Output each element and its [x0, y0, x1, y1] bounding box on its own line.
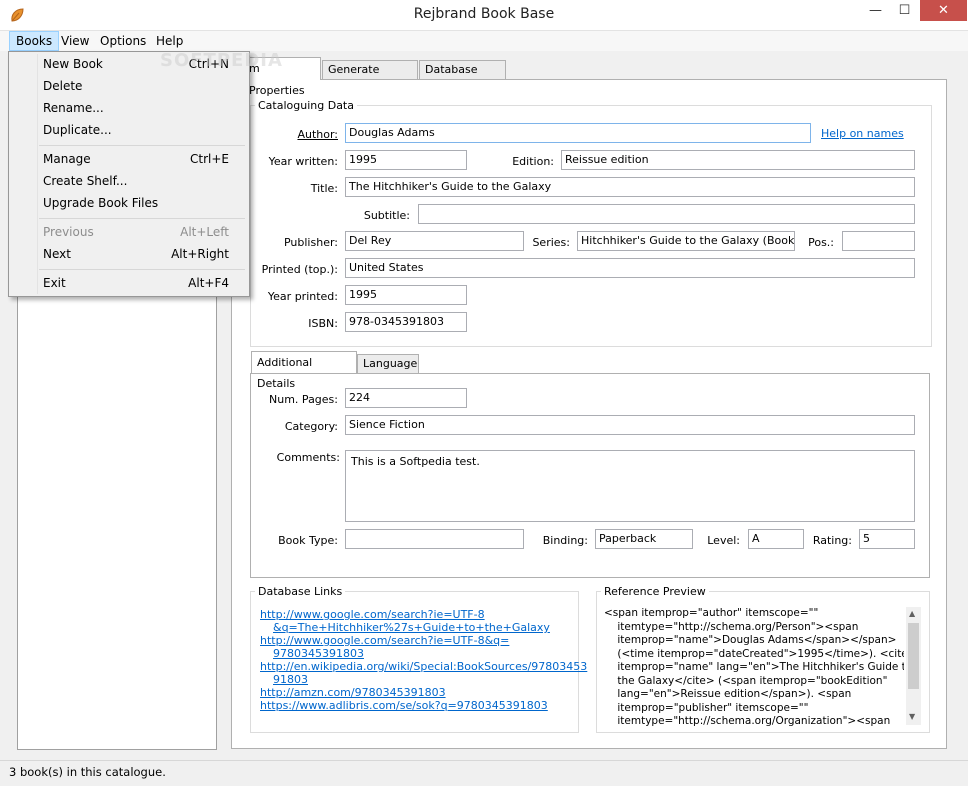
tab-database-links[interactable]: Database Links: [419, 60, 506, 94]
book-type-label: Book Type:: [278, 534, 338, 547]
year-printed-label: Year printed:: [267, 290, 338, 303]
subtitle-field[interactable]: [418, 204, 915, 224]
db-link-google-title[interactable]: http://www.google.com/search?ie=UTF-8: [260, 608, 575, 621]
menu-bar: Books View Options Help: [0, 31, 968, 51]
menu-separator: [39, 218, 245, 219]
menu-help[interactable]: Help: [150, 31, 189, 51]
database-links-legend: Database Links: [258, 585, 343, 598]
help-on-names-link[interactable]: Help on names: [821, 127, 904, 140]
menu-view[interactable]: View: [55, 31, 95, 51]
reference-preview-legend: Reference Preview: [604, 585, 706, 598]
menu-exit[interactable]: Exit Alt+F4: [11, 272, 247, 294]
reference-scrollbar[interactable]: ▲ ▼: [906, 607, 921, 725]
subtitle-label: Subtitle:: [363, 209, 410, 222]
menu-options[interactable]: Options: [94, 31, 152, 51]
binding-label: Binding:: [542, 534, 588, 547]
tab-generate-report[interactable]: Generate Report: [322, 60, 418, 94]
menu-rename[interactable]: Rename...: [11, 97, 247, 119]
printed-field[interactable]: United States: [345, 258, 915, 278]
category-field[interactable]: Sience Fiction: [345, 415, 915, 435]
rating-label: Rating:: [812, 534, 852, 547]
menu-upgrade-book-files[interactable]: Upgrade Book Files: [11, 192, 247, 214]
tab-language[interactable]: Language: [357, 354, 419, 373]
book-type-field[interactable]: [345, 529, 524, 549]
menu-duplicate[interactable]: Duplicate...: [11, 119, 247, 141]
title-bar: Rejbrand Book Base — ☐ ✕: [0, 0, 968, 31]
menu-next[interactable]: Next Alt+Right: [11, 243, 247, 265]
title-field[interactable]: The Hitchhiker's Guide to the Galaxy: [345, 177, 915, 197]
title-label: Title:: [310, 182, 338, 195]
menu-separator: [39, 269, 245, 270]
comments-field[interactable]: This is a Softpedia test.: [345, 450, 915, 522]
edition-label: Edition:: [512, 155, 554, 168]
db-link-amazon[interactable]: http://amzn.com/9780345391803: [260, 686, 575, 699]
level-label: Level:: [707, 534, 740, 547]
softpedia-watermark: SOFTPEDIA: [160, 50, 283, 71]
reference-preview-text[interactable]: <span itemprop="author" itemscope="" ite…: [604, 607, 904, 729]
comments-label: Comments:: [276, 451, 340, 464]
pages-label: Num. Pages:: [269, 393, 338, 406]
db-link-wikipedia[interactable]: http://en.wikipedia.org/wiki/Special:Boo…: [260, 660, 587, 673]
year-written-label: Year written:: [268, 155, 338, 168]
series-field[interactable]: Hitchhiker's Guide to the Galaxy (Book 1…: [577, 231, 795, 251]
menu-books[interactable]: Books: [9, 31, 60, 51]
close-button[interactable]: ✕: [920, 0, 967, 21]
db-link-google-isbn[interactable]: http://www.google.com/search?ie=UTF-8&q=: [260, 634, 575, 647]
menu-previous[interactable]: Previous Alt+Left: [11, 221, 247, 243]
db-link-adlibris[interactable]: https://www.adlibris.com/se/sok?q=978034…: [260, 699, 575, 712]
menu-separator: [39, 145, 245, 146]
pos-field[interactable]: [842, 231, 915, 251]
scroll-up-icon[interactable]: ▲: [909, 609, 915, 618]
menu-create-shelf[interactable]: Create Shelf...: [11, 170, 247, 192]
year-written-field[interactable]: 1995: [345, 150, 467, 170]
scroll-thumb[interactable]: [908, 623, 919, 689]
tab-additional-details[interactable]: Additional Details: [251, 351, 357, 390]
author-label: Author:: [297, 128, 338, 141]
year-printed-field[interactable]: 1995: [345, 285, 467, 305]
rating-field[interactable]: 5: [859, 529, 915, 549]
level-field[interactable]: A: [748, 529, 804, 549]
menu-delete[interactable]: Delete: [11, 75, 247, 97]
status-text: 3 book(s) in this catalogue.: [9, 765, 166, 779]
isbn-field[interactable]: 978-0345391803: [345, 312, 467, 332]
minimize-button[interactable]: —: [862, 0, 889, 21]
maximize-button[interactable]: ☐: [891, 0, 918, 21]
printed-label: Printed (top.):: [261, 263, 338, 276]
isbn-label: ISBN:: [308, 317, 338, 330]
binding-field[interactable]: Paperback: [595, 529, 693, 549]
pos-label: Pos.:: [808, 236, 834, 249]
edition-field[interactable]: Reissue edition: [561, 150, 915, 170]
pages-field[interactable]: 224: [345, 388, 467, 408]
scroll-down-icon[interactable]: ▼: [909, 712, 915, 721]
window-title: Rejbrand Book Base: [413, 6, 555, 22]
db-link-google-title-cont[interactable]: &q=The+Hitchhiker%27s+Guide+to+the+Galax…: [260, 621, 575, 634]
books-dropdown-menu: New Book Ctrl+N Delete Rename... Duplicat…: [8, 51, 250, 297]
status-bar: 3 book(s) in this catalogue.: [0, 760, 968, 786]
publisher-field[interactable]: Del Rey: [345, 231, 524, 251]
author-field[interactable]: Douglas Adams: [345, 123, 811, 143]
menu-manage[interactable]: Manage Ctrl+E: [11, 148, 247, 170]
database-links-list: http://www.google.com/search?ie=UTF-8 &q…: [260, 608, 587, 712]
category-label: Category:: [284, 420, 338, 433]
db-link-google-isbn-cont[interactable]: 9780345391803: [260, 647, 575, 660]
db-link-wikipedia-cont[interactable]: 91803: [260, 673, 575, 686]
publisher-label: Publisher:: [283, 236, 338, 249]
series-label: Series:: [532, 236, 570, 249]
